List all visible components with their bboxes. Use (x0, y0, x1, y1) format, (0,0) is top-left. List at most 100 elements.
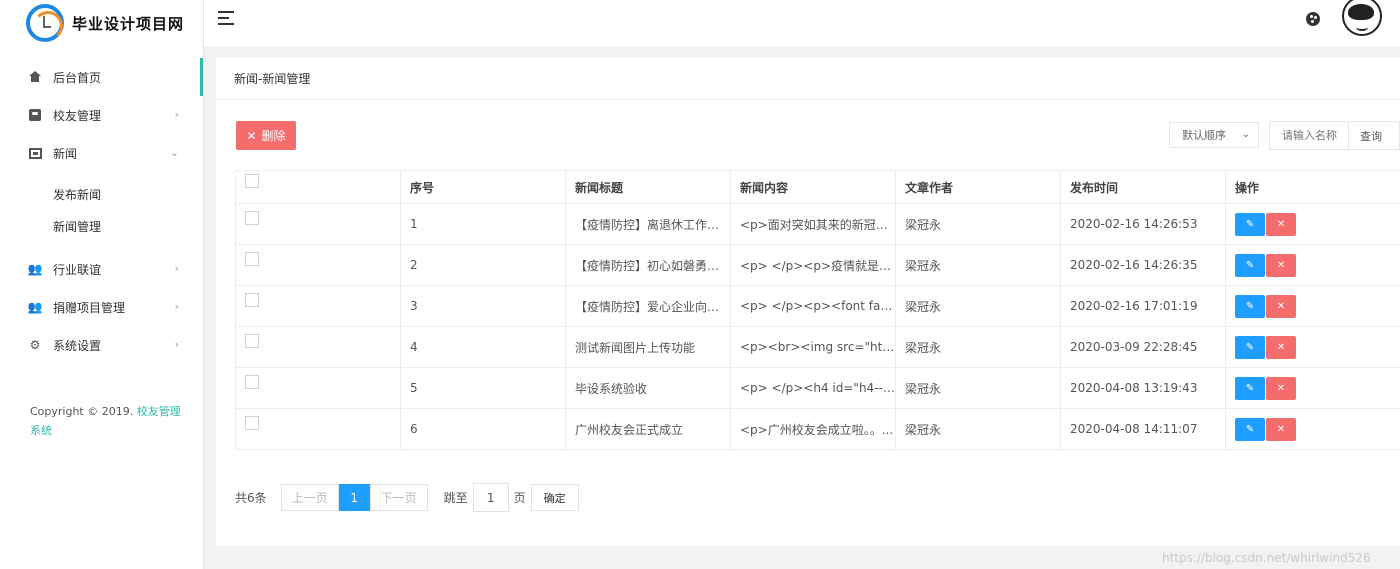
cell-actions: ✎ ✕ (1225, 367, 1400, 409)
menu-toggle-icon[interactable] (218, 11, 234, 25)
cell-content: <p> </p><p>疫情就是命... (730, 244, 896, 286)
cell-id: 1 (400, 203, 566, 245)
edit-button[interactable]: ✎ (1235, 253, 1265, 277)
sidebar-item-news[interactable]: 新闻 ⌄ (0, 134, 203, 172)
cell-time: 2020-02-16 14:26:35 (1060, 244, 1226, 286)
avatar[interactable] (1342, 0, 1382, 36)
cell-author: 梁冠永 (895, 326, 1061, 368)
edit-button[interactable]: ✎ (1235, 376, 1265, 400)
delete-button[interactable]: ✕ (1266, 417, 1296, 441)
close-icon: ✕ (1276, 218, 1286, 230)
cell-id: 3 (400, 285, 566, 327)
row-select-cell (235, 244, 401, 286)
table-row: 5 毕设系统验收 <p> </p><h4 id="h4--2... 梁冠永 20… (235, 367, 1400, 409)
copyright: Copyright © 2019. 校友管理系统 (30, 402, 190, 440)
row-checkbox[interactable] (245, 210, 259, 225)
delete-button[interactable]: ✕ (1266, 294, 1296, 318)
sidebar-item-label: 行业联谊 (53, 262, 102, 277)
row-select-cell (235, 326, 401, 368)
cell-title: 测试新闻图片上传功能 (565, 326, 731, 368)
column-header: 新闻标题 (565, 170, 731, 204)
cell-content: <p>面对突如其来的新冠肺... (730, 203, 896, 245)
select-all-checkbox[interactable] (245, 173, 259, 188)
top-header (204, 0, 1400, 46)
cell-time: 2020-04-08 14:11:07 (1060, 408, 1226, 450)
contacts-icon (28, 108, 42, 122)
column-header: 新闻内容 (730, 170, 896, 204)
cell-id: 6 (400, 408, 566, 450)
sort-select-value: 默认顺序 (1182, 129, 1226, 142)
delete-button[interactable]: ✕ (1266, 335, 1296, 359)
cell-actions: ✎ ✕ (1225, 285, 1400, 327)
chevron-right-icon: › (174, 108, 179, 121)
column-header: 文章作者 (895, 170, 1061, 204)
search-button[interactable]: 查询 (1349, 121, 1400, 150)
cell-title: 广州校友会正式成立 (565, 408, 731, 450)
edit-button[interactable]: ✎ (1235, 417, 1265, 441)
row-select-cell (235, 203, 401, 245)
sidebar-item-settings[interactable]: ⚙ 系统设置 › (0, 326, 203, 364)
cell-content: <p>广州校友会成立啦。。... (730, 408, 896, 450)
row-checkbox[interactable] (245, 292, 259, 307)
watermark: https://blog.csdn.net/whirlwind526 (1162, 551, 1371, 565)
cell-actions: ✎ ✕ (1225, 244, 1400, 286)
search-input[interactable] (1269, 121, 1349, 150)
edit-button[interactable]: ✎ (1235, 294, 1265, 318)
close-icon: ✕ (1276, 259, 1286, 271)
row-select-cell (235, 408, 401, 450)
delete-button[interactable]: ✕ (1266, 212, 1296, 236)
next-page-button[interactable]: 下一页 (369, 484, 428, 511)
sidebar-item-label: 捐赠项目管理 (53, 300, 126, 315)
cell-id: 5 (400, 367, 566, 409)
cell-time: 2020-04-08 13:19:43 (1060, 367, 1226, 409)
delete-button[interactable]: ✕ (1266, 376, 1296, 400)
sidebar-subitem-news-manage[interactable]: 新闻管理 (0, 210, 203, 242)
sidebar-item-home[interactable]: 后台首页 (0, 58, 203, 96)
news-icon (28, 146, 42, 160)
edit-button[interactable]: ✎ (1235, 212, 1265, 236)
row-checkbox[interactable] (245, 374, 259, 389)
cell-actions: ✎ ✕ (1225, 408, 1400, 450)
row-checkbox[interactable] (245, 251, 259, 266)
pencil-icon: ✎ (1245, 423, 1255, 435)
gear-icon: ⚙ (29, 338, 41, 352)
cell-title: 【疫情防控】初心如磐勇担... (565, 244, 731, 286)
sidebar-item-alumni[interactable]: 校友管理 › (0, 96, 203, 134)
edit-button[interactable]: ✎ (1235, 335, 1265, 359)
bulk-delete-button[interactable]: ✕ 删除 (236, 121, 296, 150)
goto-confirm-button[interactable]: 确定 (530, 484, 579, 511)
cell-actions: ✎ ✕ (1225, 326, 1400, 368)
home-icon (28, 70, 42, 84)
chevron-down-icon: ⌄ (1241, 129, 1250, 140)
pencil-icon: ✎ (1245, 382, 1255, 394)
cell-author: 梁冠永 (895, 408, 1061, 450)
bulk-delete-label: 删除 (261, 129, 286, 143)
prev-page-button[interactable]: 上一页 (280, 484, 339, 511)
cell-content: <p> </p><p><font face... (730, 285, 896, 327)
cell-time: 2020-02-16 14:26:53 (1060, 203, 1226, 245)
cell-author: 梁冠永 (895, 367, 1061, 409)
table-row: 1 【疫情防控】离退休工作处... <p>面对突如其来的新冠肺... 梁冠永 2… (235, 203, 1400, 245)
cell-author: 梁冠永 (895, 244, 1061, 286)
delete-button[interactable]: ✕ (1266, 253, 1296, 277)
close-icon: ✕ (1276, 382, 1286, 394)
close-icon: ✕ (1276, 423, 1286, 435)
sidebar-item-donation[interactable]: 👥 捐赠项目管理 › (0, 288, 203, 326)
sidebar-item-industry[interactable]: 👥 行业联谊 › (0, 250, 203, 288)
pencil-icon: ✎ (1245, 341, 1255, 353)
palette-icon[interactable] (1306, 12, 1320, 26)
logo-icon (26, 4, 64, 42)
column-header: 序号 (400, 170, 566, 204)
chevron-down-icon: ⌄ (169, 146, 179, 159)
sidebar-subitem-publish-news[interactable]: 发布新闻 (0, 178, 203, 210)
row-checkbox[interactable] (245, 333, 259, 348)
sort-select[interactable]: 默认顺序 ⌄ (1169, 122, 1259, 148)
logo[interactable]: 毕业设计项目网 (0, 0, 203, 46)
sidebar: 毕业设计项目网 后台首页 校友管理 › 新闻 ⌄ 发布新闻 新闻管理 👥 行业联… (0, 0, 204, 569)
table-header-row: 序号 新闻标题 新闻内容 文章作者 发布时间 操作 (235, 170, 1400, 204)
goto-page-input[interactable] (472, 483, 509, 512)
sidebar-item-label: 新闻 (53, 146, 78, 161)
page-number-current[interactable]: 1 (338, 484, 370, 511)
row-select-cell (235, 367, 401, 409)
row-checkbox[interactable] (245, 415, 259, 430)
